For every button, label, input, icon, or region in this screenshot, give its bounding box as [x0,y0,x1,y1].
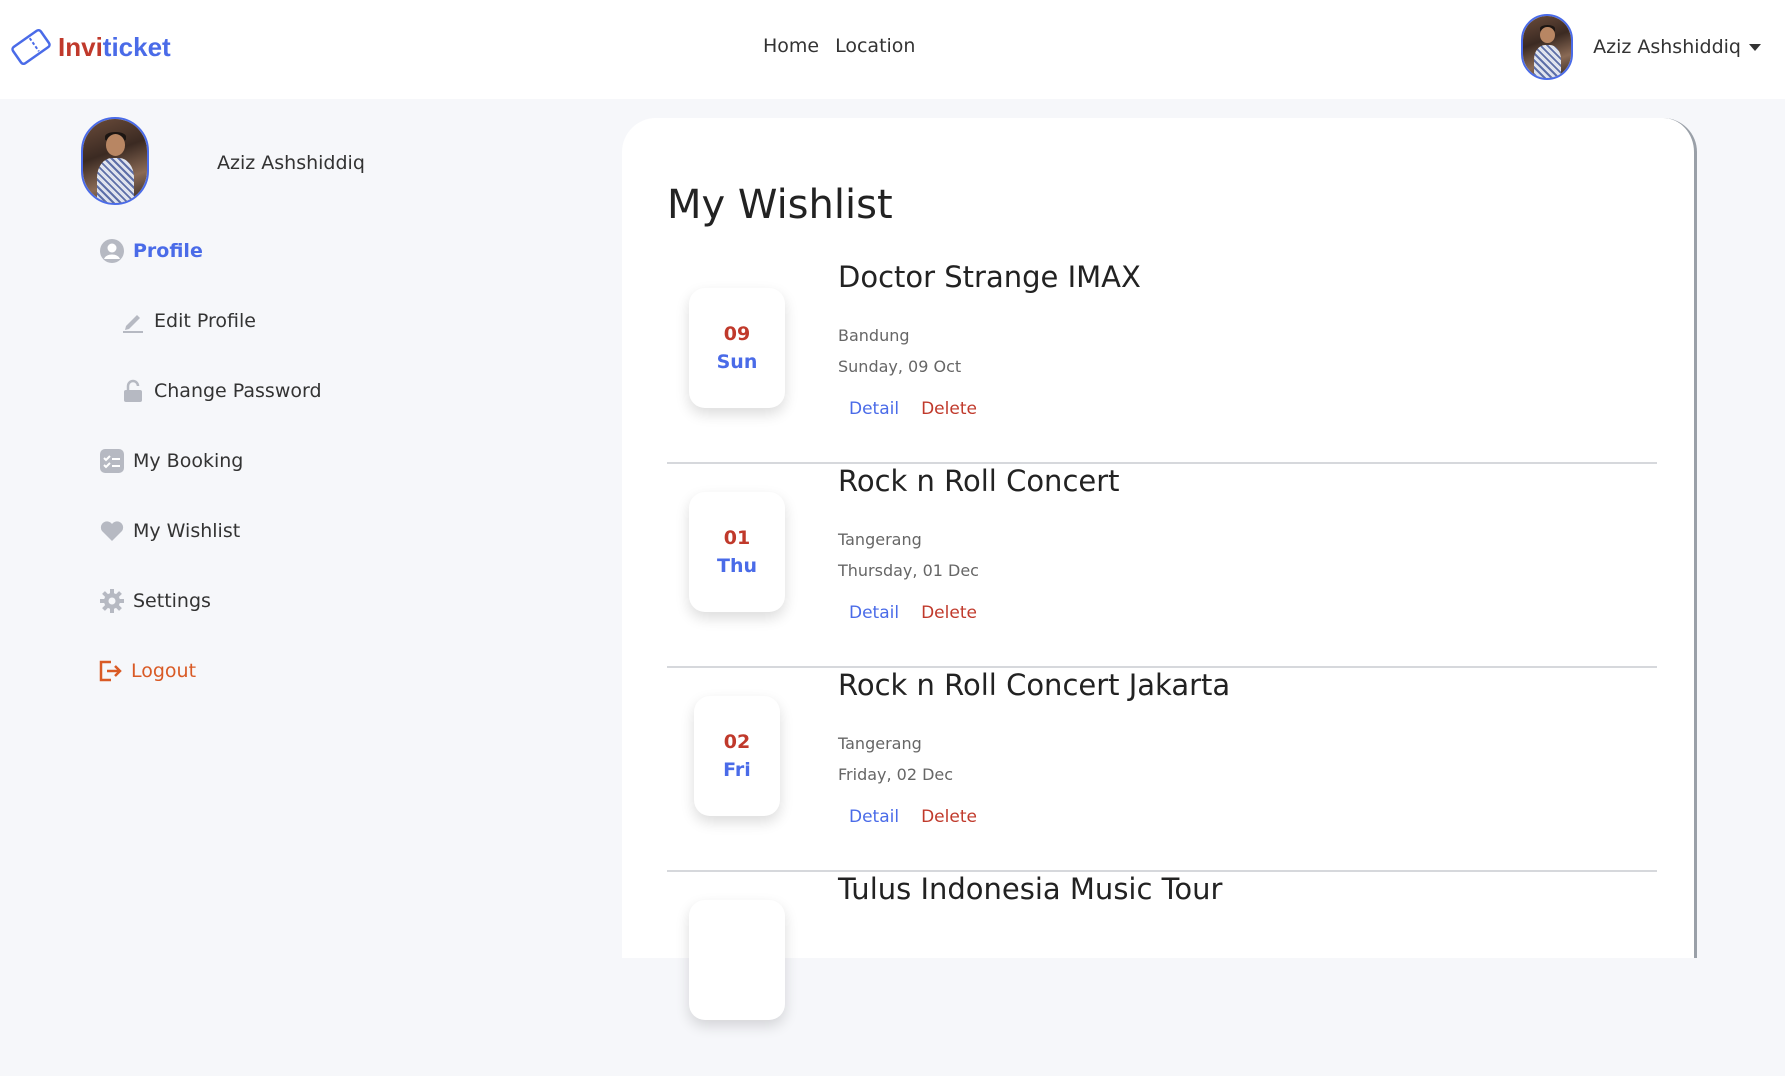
user-circle-icon [99,238,125,264]
delete-link[interactable]: Delete [921,807,977,827]
heart-icon [99,518,125,544]
sidebar-item-label: My Booking [133,450,244,472]
brand-part-1: Invi [58,31,103,62]
page-title: My Wishlist [667,182,893,228]
wishlist-panel: My Wishlist 09 Sun Doctor Strange IMAX B… [622,118,1697,1020]
sidebar-item-my-booking[interactable]: My Booking [99,448,243,474]
wishlist-item: Tulus Indonesia Music Tour [667,872,1657,1076]
date-number: 09 [723,323,751,345]
sidebar-item-my-wishlist[interactable]: My Wishlist [99,518,240,544]
event-location: Tangerang [838,734,922,753]
sidebar-item-change-password[interactable]: Change Password [120,378,322,404]
date-day: Fri [723,759,751,781]
detail-link[interactable]: Detail [849,399,899,419]
sidebar-item-settings[interactable]: Settings [99,588,211,614]
event-title: Tulus Indonesia Music Tour [838,872,1223,906]
wishlist-item: 01 Thu Rock n Roll Concert Tangerang Thu… [667,464,1657,668]
sidebar-item-label: Logout [131,660,197,682]
sidebar-item-label: My Wishlist [133,520,241,542]
item-actions: Detail Delete [849,399,977,419]
delete-link[interactable]: Delete [921,603,977,623]
event-location: Bandung [838,326,910,345]
sidebar: Aziz Ashshiddiq Profile Edit Profile Cha… [0,99,620,938]
nav-location-link[interactable]: Location [835,35,915,57]
unlock-icon [120,378,146,404]
sidebar-item-profile[interactable]: Profile [99,238,203,264]
sidebar-item-edit-profile[interactable]: Edit Profile [120,308,256,334]
wishlist-item: 09 Sun Doctor Strange IMAX Bandung Sunda… [667,260,1657,464]
date-number: 02 [723,731,751,753]
event-date: Thursday, 01 Dec [838,561,979,580]
sidebar-item-label: Edit Profile [154,310,256,332]
ticket-icon [11,28,51,66]
date-badge [689,900,785,1020]
user-menu[interactable]: Aziz Ashshiddiq [1521,14,1761,80]
event-title: Rock n Roll Concert Jakarta [838,668,1231,702]
date-day: Sun [716,351,758,373]
sidebar-item-label: Settings [133,590,211,612]
delete-link[interactable]: Delete [921,399,977,419]
item-actions: Detail Delete [849,807,977,827]
sidebar-user-name: Aziz Ashshiddiq [217,152,365,174]
avatar[interactable] [1521,14,1574,80]
sidebar-item-label: Change Password [154,380,322,402]
detail-link[interactable]: Detail [849,807,899,827]
date-number: 01 [723,527,751,549]
wishlist-item: 02 Fri Rock n Roll Concert Jakarta Tange… [667,668,1657,872]
top-navbar: Inviticket Home Location Aziz Ashshiddiq [0,0,1785,99]
pencil-icon [120,308,146,334]
sidebar-item-label: Profile [133,240,203,262]
date-badge: 02 Fri [694,696,780,816]
caret-down-icon[interactable] [1749,43,1761,51]
user-name[interactable]: Aziz Ashshiddiq [1593,36,1741,58]
sidebar-profile [81,117,149,205]
event-title: Doctor Strange IMAX [838,260,1141,294]
event-location: Tangerang [838,530,922,549]
item-actions: Detail Delete [849,603,977,623]
nav-home-link[interactable]: Home [763,35,819,57]
event-date: Sunday, 09 Oct [838,357,962,376]
brand-logo[interactable]: Inviticket [8,27,171,67]
date-badge: 01 Thu [689,492,785,612]
logout-icon [97,658,123,684]
brand-name: Inviticket [58,32,171,63]
date-day: Thu [716,555,757,577]
sidebar-item-logout[interactable]: Logout [97,658,196,684]
brand-part-2: ticket [102,31,171,62]
nav-links: Home Location [763,35,915,57]
event-date: Friday, 02 Dec [838,765,954,784]
sidebar-avatar [81,117,149,205]
detail-link[interactable]: Detail [849,603,899,623]
event-title: Rock n Roll Concert [838,464,1120,498]
gear-icon [99,588,125,614]
checklist-icon [99,448,125,474]
date-badge: 09 Sun [689,288,785,408]
